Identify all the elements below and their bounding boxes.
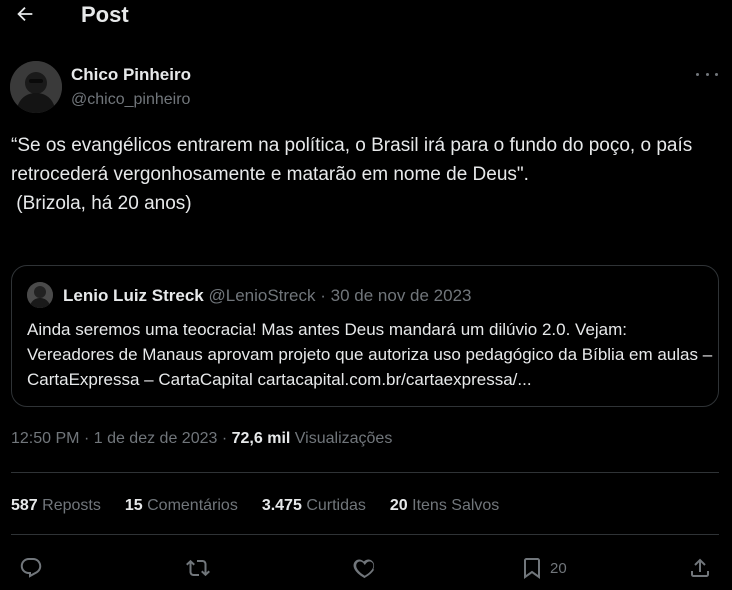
saved-stat[interactable]: 20 Itens Salvos bbox=[390, 497, 499, 515]
likes-count: 3.475 bbox=[261, 497, 302, 514]
back-button[interactable] bbox=[12, 1, 38, 27]
avatar-image bbox=[10, 61, 62, 113]
quote-avatar bbox=[27, 282, 53, 308]
more-dot-icon bbox=[705, 72, 709, 76]
quote-author-name: Lenio Luiz Streck bbox=[63, 286, 204, 305]
repost-icon bbox=[186, 559, 210, 577]
author-row: Chico Pinheiro @chico_pinheiro bbox=[10, 61, 720, 113]
comments-label: Comentários bbox=[147, 497, 238, 514]
top-bar: Post bbox=[0, 0, 732, 30]
quote-date: 30 de nov de 2023 bbox=[330, 286, 472, 305]
tweet-text: “Se os evangélicos entrarem na política,… bbox=[11, 135, 693, 214]
quote-avatar-image bbox=[27, 282, 53, 308]
views-count: 72,6 mil bbox=[231, 430, 291, 447]
quote-header: Lenio Luiz Streck @LenioStreck · 30 de n… bbox=[63, 286, 472, 306]
comments-count: 15 bbox=[124, 497, 143, 514]
quote-author-handle: @LenioStreck bbox=[208, 286, 316, 305]
saved-count: 20 bbox=[389, 497, 408, 514]
bookmark-icon bbox=[524, 558, 540, 579]
more-dot-icon bbox=[715, 72, 718, 76]
post-meta: 12:50 PM · 1 de dez de 2023 · 72,6 mil V… bbox=[11, 430, 392, 448]
divider bbox=[11, 472, 719, 473]
saved-label: Itens Salvos bbox=[412, 497, 500, 514]
reply-icon bbox=[20, 558, 42, 578]
reposts-label: Reposts bbox=[42, 497, 101, 514]
quote-separator: · bbox=[320, 286, 326, 305]
reply-button[interactable] bbox=[19, 552, 43, 584]
bookmark-button[interactable]: 20 bbox=[520, 552, 567, 584]
share-button[interactable] bbox=[688, 552, 712, 584]
author-handle[interactable]: @chico_pinheiro bbox=[71, 91, 190, 109]
action-bar: 20 bbox=[0, 552, 732, 584]
share-icon bbox=[691, 558, 709, 577]
avatar[interactable] bbox=[10, 61, 62, 113]
quote-text: Ainda seremos uma teocracia! Mas antes D… bbox=[27, 320, 713, 389]
like-button[interactable] bbox=[353, 552, 377, 584]
reposts-stat[interactable]: 587 Reposts bbox=[11, 497, 101, 515]
likes-stat[interactable]: 3.475 Curtidas bbox=[262, 497, 366, 515]
more-dot-icon bbox=[696, 72, 699, 76]
post-time[interactable]: 12:50 PM bbox=[11, 430, 79, 447]
quoted-post[interactable]: Lenio Luiz Streck @LenioStreck · 30 de n… bbox=[11, 265, 719, 407]
likes-label: Curtidas bbox=[306, 497, 366, 514]
meta-separator: · bbox=[221, 430, 228, 447]
divider bbox=[11, 534, 719, 535]
reposts-count: 587 bbox=[11, 497, 38, 514]
meta-separator: · bbox=[83, 430, 90, 447]
more-options-button[interactable] bbox=[696, 65, 718, 83]
bookmark-count: 20 bbox=[550, 559, 567, 577]
heart-icon bbox=[353, 559, 375, 579]
comments-stat[interactable]: 15 Comentários bbox=[125, 497, 238, 515]
arrow-left-icon bbox=[17, 6, 33, 22]
views-label: Visualizações bbox=[294, 430, 393, 447]
page-title: Post bbox=[81, 2, 129, 27]
engagement-stats: 587 Reposts 15 Comentários 3.475 Curtida… bbox=[11, 497, 523, 515]
repost-button[interactable] bbox=[186, 552, 210, 584]
author-name[interactable]: Chico Pinheiro bbox=[71, 65, 191, 85]
post-date[interactable]: 1 de dez de 2023 bbox=[94, 430, 218, 447]
